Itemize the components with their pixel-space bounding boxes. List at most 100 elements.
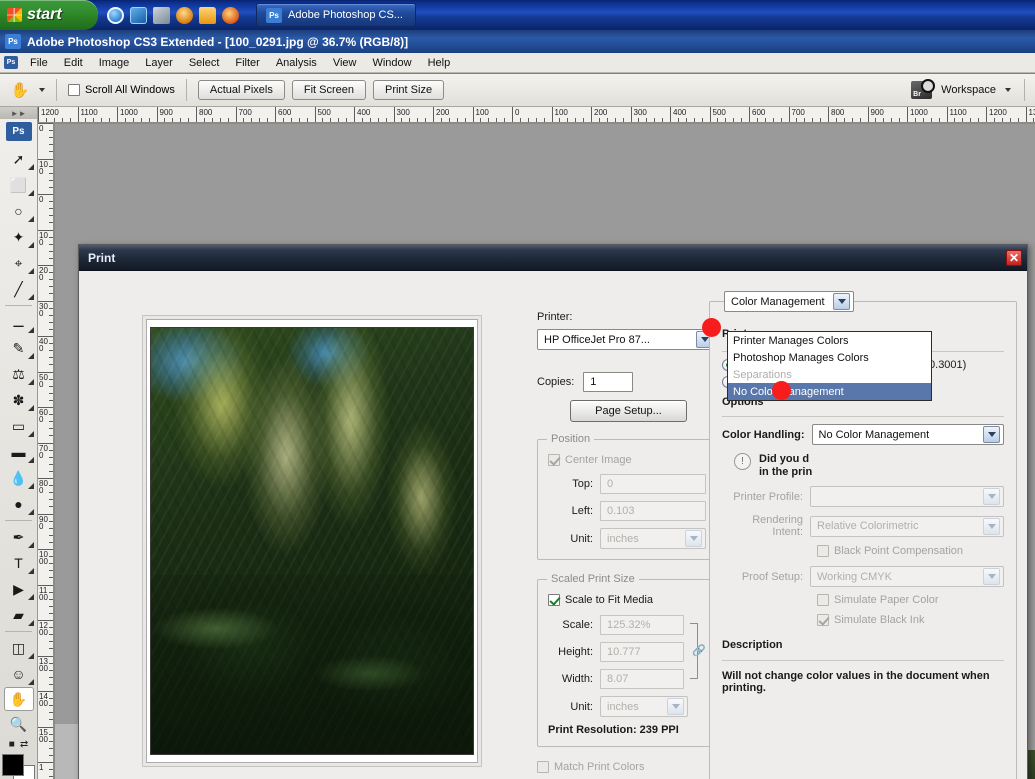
- menu-filter[interactable]: Filter: [228, 55, 266, 71]
- chevron-down-icon[interactable]: [983, 488, 1000, 505]
- menu-help[interactable]: Help: [421, 55, 458, 71]
- notes-tool-icon[interactable]: ◫: [2, 635, 36, 661]
- black-point-compensation-checkbox[interactable]: Black Point Compensation: [817, 545, 1004, 557]
- path-selection-tool-icon[interactable]: ▶: [2, 576, 36, 602]
- height-input[interactable]: 10.777: [600, 642, 684, 662]
- print-section-select[interactable]: Color Management: [724, 291, 854, 312]
- eyedropper-tool-icon[interactable]: ☺: [2, 661, 36, 687]
- menu-layer[interactable]: Layer: [138, 55, 180, 71]
- proof-setup-select[interactable]: Working CMYK: [810, 566, 1004, 587]
- menu-image[interactable]: Image: [92, 55, 137, 71]
- hand-tool-icon-toolbox[interactable]: ✋: [3, 687, 34, 711]
- history-brush-tool-icon[interactable]: ✽: [2, 387, 36, 413]
- explorer-folder-icon[interactable]: [199, 6, 216, 24]
- scale-to-fit-media-checkbox[interactable]: Scale to Fit Media: [548, 594, 706, 606]
- chevron-down-icon[interactable]: [983, 517, 1000, 535]
- eraser-tool-icon[interactable]: ▭: [2, 413, 36, 439]
- dodge-tool-icon[interactable]: ●: [2, 491, 36, 517]
- checkbox-box: [817, 614, 829, 626]
- brush-tool-icon[interactable]: ✎: [2, 335, 36, 361]
- simulate-black-ink-checkbox[interactable]: Simulate Black Ink: [817, 614, 1004, 626]
- dropdown-option-no-color-management[interactable]: No Color Management: [728, 383, 931, 400]
- menu-window[interactable]: Window: [365, 55, 418, 71]
- position-unit-select[interactable]: inches: [600, 528, 706, 549]
- chevron-down-icon[interactable]: [983, 568, 1000, 585]
- blur-tool-icon[interactable]: 💧: [2, 465, 36, 491]
- ruler-minor-tick: [638, 118, 640, 122]
- dropdown-option-printer-manages-colors[interactable]: Printer Manages Colors: [728, 332, 931, 349]
- marquee-tool-icon[interactable]: ⬜: [2, 172, 36, 198]
- match-print-colors-checkbox[interactable]: Match Print Colors: [537, 761, 717, 773]
- ruler-minor-tick: [49, 719, 53, 721]
- menu-edit[interactable]: Edit: [57, 55, 90, 71]
- chevron-down-icon[interactable]: [685, 530, 702, 547]
- ruler-minor-tick: [764, 118, 766, 122]
- toolbox-collapse-handle[interactable]: ►►: [0, 107, 37, 119]
- left-input[interactable]: 0.103: [600, 501, 706, 521]
- printer-profile-select[interactable]: [810, 486, 1004, 507]
- lasso-tool-icon[interactable]: ○: [2, 198, 36, 224]
- crop-tool-icon[interactable]: ⌖: [2, 250, 36, 276]
- ruler-minor-tick: [49, 137, 53, 139]
- workspace-chevron-down-icon[interactable]: [1005, 88, 1011, 92]
- ruler-minor-tick: [148, 118, 150, 122]
- ruler-minor-tick: [978, 118, 980, 122]
- simulate-paper-color-checkbox[interactable]: Simulate Paper Color: [817, 594, 1004, 606]
- slice-tool-icon[interactable]: ╱: [2, 276, 36, 302]
- actual-pixels-button[interactable]: Actual Pixels: [197, 80, 285, 100]
- taskbar-button-photoshop[interactable]: Ps Adobe Photoshop CS...: [256, 3, 416, 27]
- foreground-color-swatch[interactable]: [1, 754, 24, 776]
- pen-tool-icon[interactable]: ✒: [2, 524, 36, 550]
- toolbox-divider-2: [5, 520, 32, 521]
- printer-select[interactable]: HP OfficeJet Pro 87...: [537, 329, 717, 350]
- page-setup-button[interactable]: Page Setup...: [570, 400, 687, 422]
- gradient-tool-icon[interactable]: ▬: [2, 439, 36, 465]
- ruler-minor-tick: [962, 118, 964, 122]
- connection-icon[interactable]: [153, 6, 170, 24]
- print-size-button[interactable]: Print Size: [372, 80, 445, 100]
- clone-stamp-tool-icon[interactable]: ⚖: [2, 361, 36, 387]
- dropdown-option-photoshop-manages-colors[interactable]: Photoshop Manages Colors: [728, 349, 931, 366]
- swap-colors-icon[interactable]: ⇄: [20, 739, 28, 750]
- fit-screen-button[interactable]: Fit Screen: [291, 80, 366, 100]
- scale-input[interactable]: 125.32%: [600, 615, 684, 635]
- rendering-intent-select[interactable]: Relative Colorimetric: [810, 515, 1004, 537]
- document-menu-icon[interactable]: Ps: [4, 56, 18, 69]
- top-input[interactable]: 0: [600, 474, 706, 494]
- start-button[interactable]: start: [0, 0, 98, 30]
- scaled-unit-select[interactable]: inches: [600, 696, 688, 717]
- menu-view[interactable]: View: [326, 55, 364, 71]
- width-input[interactable]: 8.07: [600, 669, 684, 689]
- chevron-down-icon[interactable]: [667, 698, 684, 715]
- firefox-icon[interactable]: [222, 6, 239, 24]
- center-image-checkbox[interactable]: Center Image: [548, 454, 706, 466]
- healing-brush-tool-icon[interactable]: ⚊: [2, 309, 36, 335]
- move-tool-icon[interactable]: ➚: [2, 146, 36, 172]
- close-icon[interactable]: ✕: [1006, 249, 1022, 266]
- default-colors-icon[interactable]: ■: [9, 739, 15, 750]
- shape-tool-icon[interactable]: ▰: [2, 602, 36, 628]
- bridge-icon[interactable]: Br: [911, 79, 936, 99]
- chevron-down-icon[interactable]: [833, 293, 850, 310]
- type-tool-icon[interactable]: T: [2, 550, 36, 576]
- menu-file[interactable]: File: [23, 55, 55, 71]
- tool-preset-chevron-down-icon[interactable]: [39, 88, 45, 92]
- media-player-icon[interactable]: [176, 6, 193, 24]
- menu-analysis[interactable]: Analysis: [269, 55, 324, 71]
- menu-select[interactable]: Select: [182, 55, 227, 71]
- scroll-all-windows-checkbox[interactable]: Scroll All Windows: [68, 84, 175, 96]
- checkbox-box: [68, 84, 80, 96]
- zoom-tool-icon[interactable]: 🔍: [2, 711, 36, 737]
- photoshop-badge-icon: Ps: [266, 7, 282, 23]
- internet-explorer-icon[interactable]: [107, 6, 124, 24]
- workspace-label[interactable]: Workspace: [941, 84, 996, 96]
- magic-wand-tool-icon[interactable]: ✦: [2, 224, 36, 250]
- show-desktop-icon[interactable]: [130, 6, 147, 24]
- print-preview-area[interactable]: [142, 315, 482, 767]
- copies-input[interactable]: 1: [583, 372, 634, 392]
- color-handling-select[interactable]: No Color Management: [811, 424, 1004, 445]
- hand-tool-icon[interactable]: ✋: [8, 79, 32, 101]
- ruler-minor-tick: [93, 118, 95, 122]
- color-handling-dropdown-list[interactable]: Printer Manages Colors Photoshop Manages…: [727, 331, 932, 401]
- chevron-down-icon[interactable]: [983, 426, 1000, 443]
